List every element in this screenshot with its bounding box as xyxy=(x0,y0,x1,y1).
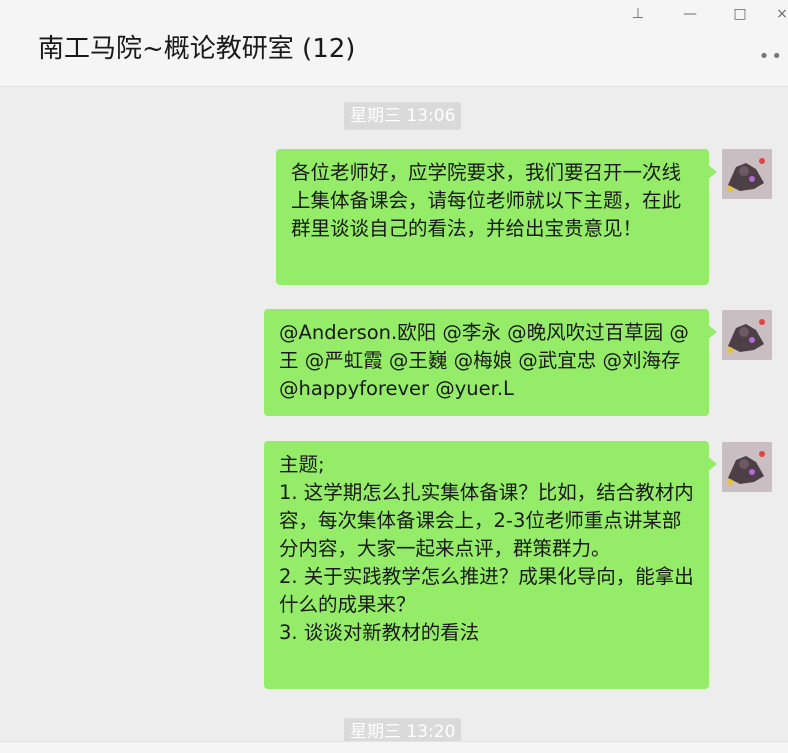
more-options-icon[interactable]: •• xyxy=(759,46,784,67)
input-area-edge xyxy=(0,741,788,753)
message-bubble[interactable]: 各位老师好，应学院要求，我们要召开一次线上集体备课会，请每位老师就以下主题，在此… xyxy=(276,149,717,285)
avatar-image-icon xyxy=(722,442,772,492)
title-bar: 南工马院~概论教研室 (12) ⊥ — □ × •• xyxy=(0,0,788,87)
timestamp: 星期三 13:06 xyxy=(344,102,462,130)
message-bubble[interactable]: @Anderson.欧阳 @李永 @晚风吹过百草园 @王 @严虹霞 @王巍 @梅… xyxy=(264,309,717,416)
avatar-image-icon xyxy=(722,310,772,360)
chat-title: 南工马院~概论教研室 (12) xyxy=(38,34,356,64)
close-icon[interactable]: × xyxy=(770,2,788,26)
pin-icon[interactable]: ⊥ xyxy=(626,2,650,26)
message-bubble[interactable]: 主题; 1. 这学期怎么扎实集体备课？比如，结合教材内容，每次集体备课会上，2-… xyxy=(264,441,717,689)
avatar[interactable] xyxy=(722,310,772,360)
maximize-icon[interactable]: □ xyxy=(728,2,752,26)
minimize-icon[interactable]: — xyxy=(678,2,702,26)
avatar-image-icon xyxy=(722,149,772,199)
avatar[interactable] xyxy=(722,149,772,199)
avatar[interactable] xyxy=(722,442,772,492)
chat-area[interactable]: 星期三 13:06 各位老师好，应学院要求，我们要召开一次线上集体备课会，请每位… xyxy=(0,87,788,752)
